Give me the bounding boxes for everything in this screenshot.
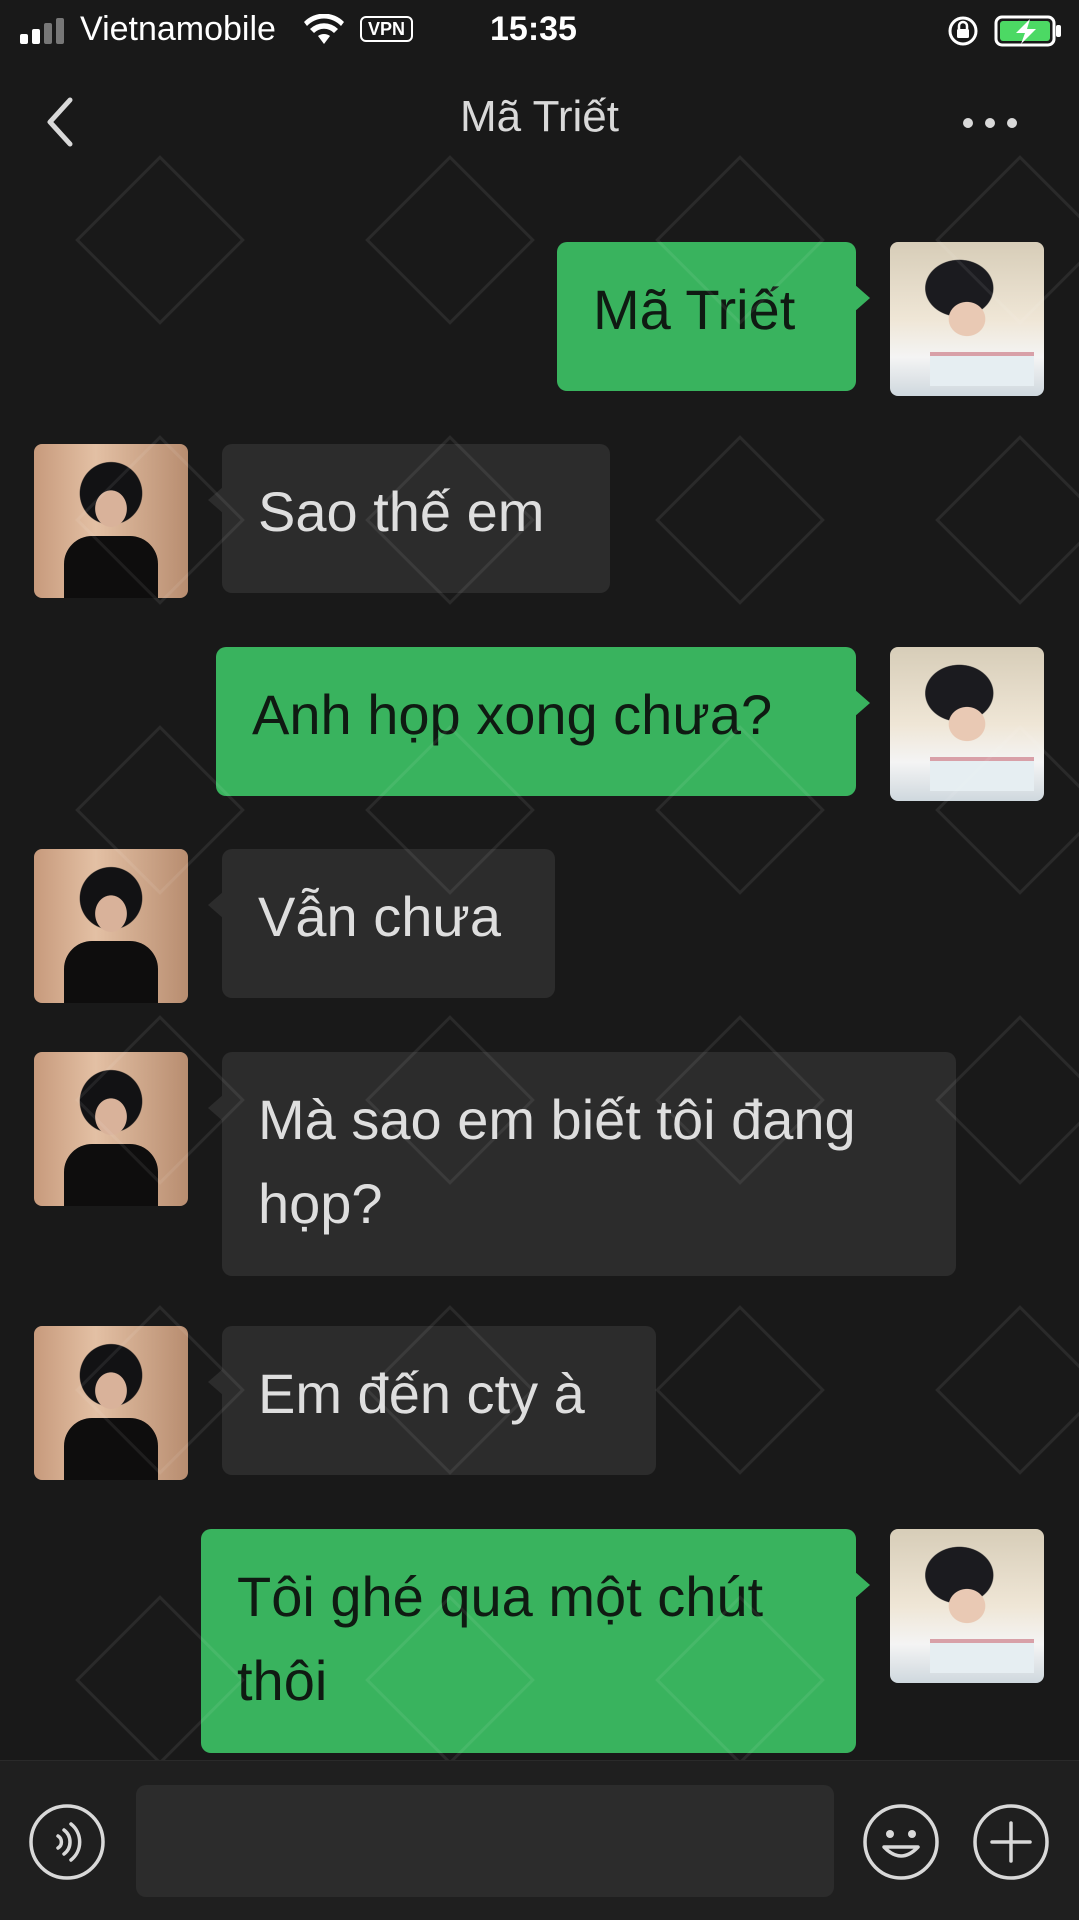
avatar-self[interactable] (890, 1529, 1044, 1683)
avatar-self[interactable] (890, 242, 1044, 396)
message-bubble[interactable]: Mã Triết (557, 242, 870, 391)
avatar-contact[interactable] (34, 1052, 188, 1206)
message-input[interactable] (136, 1785, 834, 1897)
avatar-contact[interactable] (34, 849, 188, 1003)
clock: 15:35 (490, 10, 577, 48)
message-bubble[interactable]: Vẫn chưa (208, 849, 555, 998)
avatar-contact[interactable] (34, 444, 188, 598)
rotation-lock-icon (948, 16, 978, 46)
avatar-self[interactable] (890, 647, 1044, 801)
message-bubble[interactable]: Anh họp xong chưa? (216, 647, 870, 796)
chat-screen: Vietnamobile VPN 15:35 Mã Triết Mã Triết… (0, 0, 1079, 1920)
input-bar (0, 1760, 1079, 1920)
message-bubble[interactable]: Tôi ghé qua một chút thôi (201, 1529, 870, 1753)
wifi-icon (304, 14, 344, 44)
carrier-name: Vietnamobile (80, 10, 276, 48)
emoji-icon[interactable] (862, 1803, 940, 1881)
status-bar: Vietnamobile VPN 15:35 (0, 0, 1079, 62)
more-dots-icon[interactable] (960, 106, 1020, 140)
message-bubble[interactable]: Sao thế em (208, 444, 610, 593)
plus-icon[interactable] (972, 1803, 1050, 1881)
vpn-badge: VPN (360, 16, 414, 42)
avatar-contact[interactable] (34, 1326, 188, 1480)
message-bubble[interactable]: Em đến cty à (208, 1326, 656, 1475)
chat-header: Mã Triết (0, 62, 1079, 182)
message-bubble[interactable]: Mà sao em biết tôi đang họp? (208, 1052, 956, 1276)
chat-title: Mã Triết (460, 92, 619, 141)
battery-charging-icon (994, 15, 1061, 47)
voice-icon[interactable] (28, 1803, 106, 1881)
signal-bars-icon (20, 18, 64, 44)
